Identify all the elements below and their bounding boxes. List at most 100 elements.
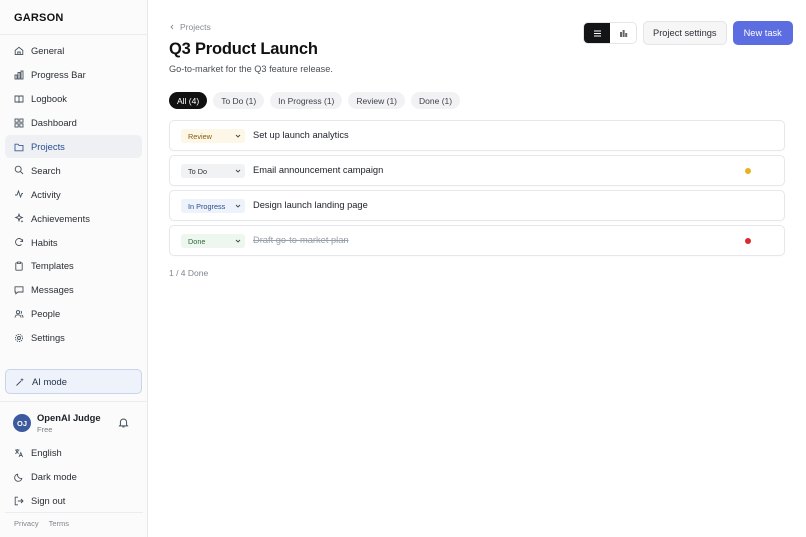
new-task-button[interactable]: New task <box>732 21 793 45</box>
book-icon <box>14 95 24 103</box>
status-label: To Do <box>188 166 208 176</box>
sidebar-item-label: Dark mode <box>31 471 77 483</box>
status-select[interactable]: To Do <box>181 164 245 178</box>
sidebar-item-label: People <box>31 308 61 320</box>
divider <box>5 512 143 513</box>
sparkle-icon <box>14 213 24 223</box>
sign-out-icon <box>14 496 24 505</box>
task-title[interactable]: Set up launch analytics <box>253 130 349 140</box>
sidebar-item-projects[interactable]: Projects <box>5 134 142 159</box>
filter-all[interactable]: All (4) <box>169 92 208 109</box>
sidebar-item-label: Logbook <box>31 93 67 105</box>
filter-in-progress[interactable]: In Progress (1) <box>270 92 343 109</box>
breadcrumb[interactable]: Projects <box>169 22 211 32</box>
page-title: Q3 Product Launch <box>169 40 318 58</box>
task-title[interactable]: Email announcement campaign <box>253 165 383 175</box>
task-list: Review Set up launch analytics To Do Ema… <box>169 120 785 260</box>
chevron-down-icon <box>235 134 241 138</box>
repeat-icon <box>15 238 24 247</box>
activity-icon <box>15 189 23 199</box>
sidebar-item-label: Achievements <box>31 212 90 224</box>
sidebar-item-activity[interactable]: Activity <box>5 182 142 206</box>
sidebar-bottom-nav: English Dark mode Sign out <box>5 441 142 513</box>
people-icon <box>14 309 24 318</box>
moon-icon <box>14 473 23 482</box>
status-select[interactable]: Review <box>181 129 245 143</box>
sidebar-item-habits[interactable]: Habits <box>5 230 142 254</box>
task-row[interactable]: Done Draft go-to-market plan <box>169 225 785 256</box>
ai-mode-label: AI mode <box>32 376 67 387</box>
task-row[interactable]: In Progress Design launch landing page <box>169 190 785 221</box>
list-icon <box>593 30 601 36</box>
grid-icon <box>14 118 24 128</box>
message-icon <box>14 286 24 295</box>
status-label: In Progress <box>188 201 226 211</box>
brand-logo[interactable]: GARSON <box>14 12 63 24</box>
home-icon <box>14 46 24 55</box>
task-title[interactable]: Design launch landing page <box>253 200 368 210</box>
toolbar: Project settings New task <box>583 21 793 45</box>
filter-todo[interactable]: To Do (1) <box>213 92 265 109</box>
task-row[interactable]: Review Set up launch analytics <box>169 120 785 151</box>
filter-done[interactable]: Done (1) <box>411 92 461 109</box>
sidebar-item-label: Sign out <box>31 495 66 507</box>
sidebar-item-settings[interactable]: Settings <box>5 326 142 350</box>
page-subtitle: Go-to-market for the Q3 feature release. <box>169 64 333 74</box>
chevron-left-icon <box>170 24 174 30</box>
sidebar-item-people[interactable]: People <box>5 302 142 326</box>
chevron-down-icon <box>235 239 241 243</box>
bell-icon[interactable] <box>118 417 129 428</box>
sidebar-item-dashboard[interactable]: Dashboard <box>5 111 142 135</box>
search-icon <box>14 166 24 175</box>
user-profile[interactable]: OJ OpenAI Judge Free <box>13 410 138 438</box>
clipboard-icon <box>15 261 23 271</box>
sidebar-item-logbook[interactable]: Logbook <box>5 87 142 111</box>
view-toggle <box>583 22 637 44</box>
user-plan: Free <box>37 425 53 434</box>
chevron-down-icon <box>235 169 241 173</box>
sidebar-item-label: Projects <box>31 141 65 152</box>
chevron-down-icon <box>235 204 241 208</box>
sidebar-nav: General Progress Bar Logbook Dashboard P… <box>5 39 142 350</box>
priority-dot <box>745 238 751 244</box>
progress-summary: 1 / 4 Done <box>169 268 209 278</box>
priority-dot <box>745 168 751 174</box>
status-label: Done <box>188 236 206 246</box>
divider <box>0 34 148 35</box>
sidebar-item-label: Messages <box>31 284 74 296</box>
sidebar-item-label: English <box>31 447 62 459</box>
filter-review[interactable]: Review (1) <box>348 92 406 109</box>
ai-mode-button[interactable]: AI mode <box>5 369 142 394</box>
task-row[interactable]: To Do Email announcement campaign <box>169 155 785 186</box>
sidebar-item-general[interactable]: General <box>5 39 142 63</box>
bar-chart-icon <box>14 70 24 80</box>
board-view-button[interactable] <box>610 23 636 43</box>
filter-tabs: All (4) To Do (1) In Progress (1) Review… <box>169 92 461 109</box>
sidebar-item-sign-out[interactable]: Sign out <box>5 489 142 513</box>
sidebar-item-progress-bar[interactable]: Progress Bar <box>5 63 142 87</box>
sidebar-item-label: Templates <box>31 260 74 272</box>
sidebar-item-dark-mode[interactable]: Dark mode <box>5 465 142 489</box>
list-view-button[interactable] <box>584 23 610 43</box>
terms-link[interactable]: Terms <box>49 519 69 528</box>
privacy-link[interactable]: Privacy <box>14 519 39 528</box>
sidebar-item-achievements[interactable]: Achievements <box>5 206 142 230</box>
sidebar-item-messages[interactable]: Messages <box>5 278 142 302</box>
gear-icon <box>14 333 24 342</box>
status-select[interactable]: In Progress <box>181 199 245 213</box>
sidebar-item-label: Dashboard <box>31 117 77 129</box>
footer-links: Privacy Terms <box>14 519 69 528</box>
task-title[interactable]: Draft go-to-market plan <box>253 235 349 245</box>
status-label: Review <box>188 131 212 141</box>
project-settings-button[interactable]: Project settings <box>643 21 727 45</box>
sidebar: GARSON General Progress Bar Logbook Dash… <box>0 0 148 537</box>
user-name: OpenAI Judge <box>37 412 101 423</box>
sidebar-item-search[interactable]: Search <box>5 158 142 182</box>
status-select[interactable]: Done <box>181 234 245 248</box>
breadcrumb-link[interactable]: Projects <box>180 22 211 32</box>
avatar: OJ <box>13 414 31 432</box>
sparkle-icon <box>16 377 24 386</box>
sidebar-item-language[interactable]: English <box>5 441 142 465</box>
sidebar-item-templates[interactable]: Templates <box>5 254 142 278</box>
sidebar-item-label: Settings <box>31 332 65 344</box>
